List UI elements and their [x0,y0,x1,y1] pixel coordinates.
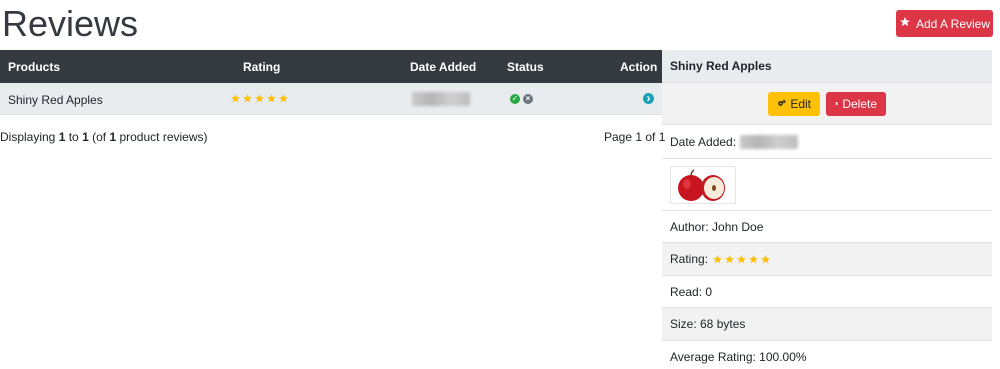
detail-image-row [662,159,992,211]
chevron-circle-right-icon[interactable]: › [643,92,654,104]
col-status: Status [507,60,544,74]
star-icon [748,254,759,263]
col-date-added: Date Added [410,60,477,74]
star-icon [230,93,241,103]
detail-title: Shiny Red Apples [662,50,992,83]
detail-rating: Rating: [662,243,992,276]
edit-button[interactable]: Edit [768,91,820,116]
detail-read: Read: 0 [662,276,992,308]
review-detail-panel: Shiny Red Apples Edit Delete Date Added:… [662,50,992,369]
trash-icon [835,101,838,105]
star-icon [736,254,747,263]
pagination-summary: Displaying 1 to 1 (of 1 product reviews) [0,130,208,144]
page-title: Reviews [2,3,139,44]
delete-button[interactable]: Delete [826,91,886,116]
star-icon [254,93,265,103]
star-icon [266,93,277,103]
col-products: Products [8,60,61,74]
detail-author: Author: John Doe [662,211,992,243]
star-icon [724,254,735,263]
row-rating-stars [230,93,289,104]
detail-rating-stars [712,254,771,265]
detail-date-added: Date Added: [662,125,992,159]
status-inactive-icon[interactable]: × [523,94,533,104]
add-review-label: Add A Review [915,16,991,31]
detail-size: Size: 68 bytes [662,308,992,341]
add-review-button[interactable]: Add A Review [896,10,993,37]
page-indicator: Page 1 of 1 [604,130,666,144]
star-icon [242,93,253,103]
cogs-icon [778,100,786,106]
product-image [670,165,736,204]
star-icon [278,93,289,103]
detail-actions: Edit Delete [662,83,992,125]
status-active-icon[interactable]: ✓ [510,94,520,104]
star-icon [712,254,723,263]
date-added-redacted [740,134,799,149]
table-row[interactable]: Shiny Red Apples ✓ × › [0,83,662,115]
detail-average-rating: Average Rating: 100.00% [670,350,807,364]
date-added-label: Date Added: [670,134,737,149]
star-icon [760,254,771,263]
rating-label: Rating: [670,252,709,266]
col-rating: Rating [243,60,281,74]
delete-label: Delete [842,96,877,111]
row-date-added-redacted [412,92,470,106]
reviews-table-header: Products Rating Date Added Status Action [0,50,662,83]
row-status: ✓ × [510,94,533,104]
edit-label: Edit [790,96,811,111]
col-action: Action [620,60,658,74]
row-product-name: Shiny Red Apples [8,93,103,107]
star-icon [899,16,911,31]
